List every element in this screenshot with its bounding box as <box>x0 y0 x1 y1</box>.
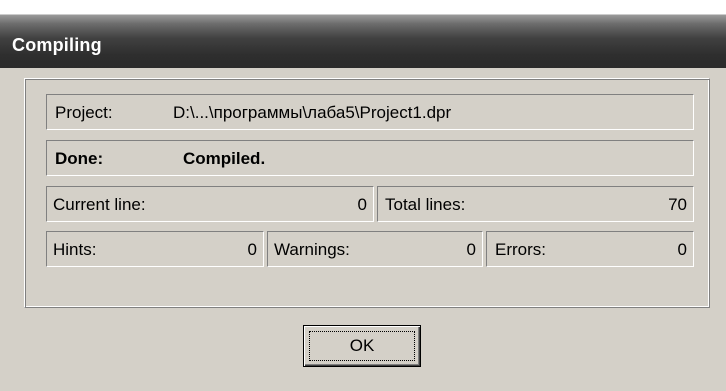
compile-info-panel: Project: D:\...\программы\лаба5\Project1… <box>24 78 710 308</box>
hints-label: Hints: <box>53 240 97 259</box>
current-line-cell: Current line: 0 <box>46 186 374 222</box>
hints-cell: Hints: 0 <box>46 231 264 267</box>
current-line-label: Current line: <box>53 195 146 214</box>
window-title: Compiling <box>12 35 102 55</box>
current-line-value: 0 <box>357 195 367 214</box>
project-path: D:\...\программы\лаба5\Project1.dpr <box>173 103 452 122</box>
total-lines-label: Total lines: <box>385 195 466 214</box>
done-label: Done: <box>55 149 104 168</box>
warnings-label: Warnings: <box>274 240 350 259</box>
ok-button[interactable]: OK <box>303 325 421 367</box>
compile-status: Compiled. <box>183 149 266 168</box>
project-label: Project: <box>55 103 113 122</box>
total-lines-cell: Total lines: 70 <box>377 186 694 222</box>
ok-button-label: OK <box>349 336 375 355</box>
errors-cell: Errors: 0 <box>486 231 694 267</box>
title-bar[interactable]: Compiling <box>0 0 726 68</box>
project-row: Project: D:\...\программы\лаба5\Project1… <box>46 94 694 130</box>
errors-value: 0 <box>677 240 687 259</box>
warnings-cell: Warnings: 0 <box>267 231 483 267</box>
hints-value: 0 <box>247 240 257 259</box>
warnings-value: 0 <box>466 240 476 259</box>
total-lines-value: 70 <box>668 195 687 214</box>
errors-label: Errors: <box>495 240 546 259</box>
compiling-dialog: Compiling Project: D:\...\программы\лаба… <box>0 0 726 391</box>
status-row: Done: Compiled. <box>46 140 694 176</box>
